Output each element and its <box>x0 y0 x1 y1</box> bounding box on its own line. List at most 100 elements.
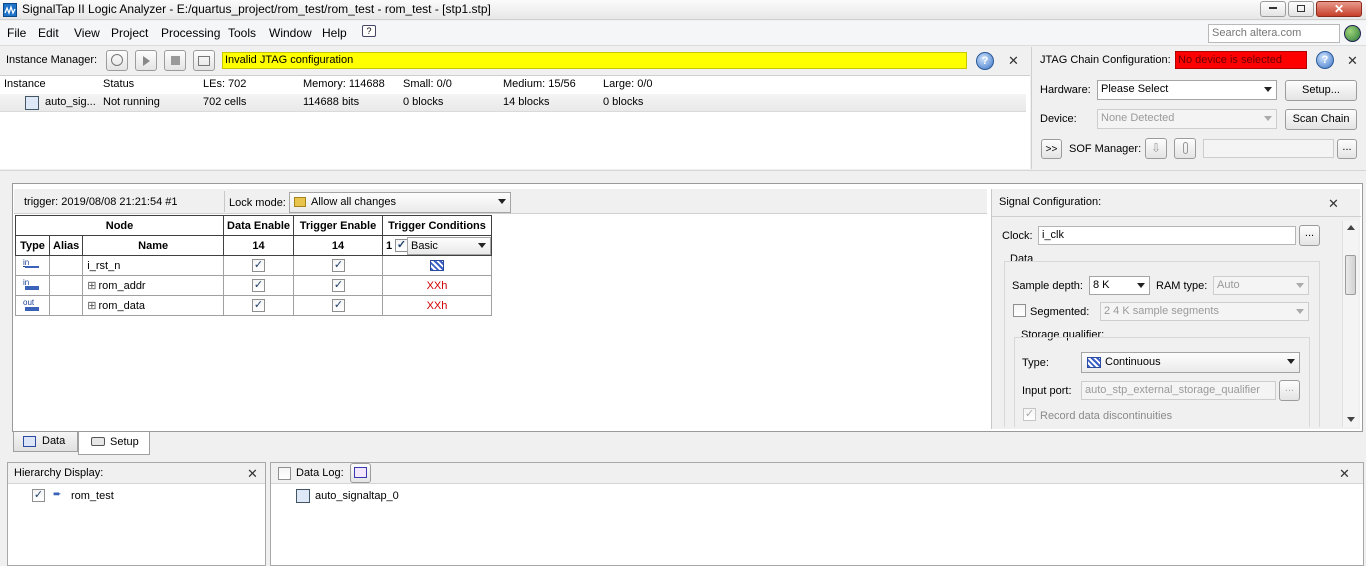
expand-sof-button[interactable]: >> <box>1041 139 1062 159</box>
sof-manager-label: SOF Manager: <box>1069 143 1142 155</box>
search-input[interactable] <box>1209 25 1337 41</box>
minimize-button[interactable] <box>1260 1 1286 17</box>
close-icon[interactable]: ✕ <box>247 467 258 480</box>
trigger-enable-cell: ✓ <box>293 275 383 296</box>
data-enable-cell: ✓ <box>223 295 294 316</box>
maximize-button[interactable] <box>1288 1 1314 17</box>
menu-project[interactable]: Project <box>111 26 148 40</box>
stop-button[interactable] <box>164 50 186 71</box>
name-cell[interactable]: ⊞ rom_data <box>82 295 225 316</box>
attach-sof-button[interactable] <box>1174 138 1196 159</box>
name-header: Name <box>82 235 225 256</box>
lock-mode-select[interactable]: Allow all changes <box>289 192 511 213</box>
autorun-button[interactable] <box>106 50 128 71</box>
name-cell[interactable]: ⊞ rom_addr <box>82 275 225 296</box>
help-icon[interactable]: ? <box>1316 51 1334 69</box>
datalog-header: Data Log: ✕ <box>271 463 1363 484</box>
help-bubble-icon[interactable]: ? <box>362 25 376 37</box>
input-pin-icon: in <box>23 258 43 273</box>
datalog-checkbox[interactable] <box>278 467 291 480</box>
output-bus-icon: out <box>23 298 43 313</box>
clock-browse-button[interactable]: ... <box>1299 225 1320 246</box>
scan-chain-button[interactable]: Scan Chain <box>1285 109 1357 130</box>
table-row[interactable]: in i_rst_n ✓ ✓ <box>15 255 492 276</box>
datalog-item[interactable]: auto_signaltap_0 <box>315 490 399 502</box>
tab-data[interactable]: Data <box>13 432 78 452</box>
clock-field[interactable]: i_clk <box>1038 226 1296 245</box>
clock-value: i_clk <box>1042 229 1065 241</box>
record-discontinuities-checkbox[interactable]: ✓ <box>1023 408 1036 421</box>
data-enable-checkbox[interactable]: ✓ <box>252 279 266 292</box>
alias-cell[interactable] <box>48 295 84 316</box>
sample-depth-label: Sample depth: <box>1012 280 1083 292</box>
segmented-select[interactable]: 2 4 K sample segments <box>1100 302 1309 321</box>
instance-les: 702 cells <box>203 96 247 108</box>
menu-view[interactable]: View <box>74 26 100 40</box>
globe-icon[interactable] <box>1344 25 1361 42</box>
tab-setup[interactable]: Setup <box>78 432 150 455</box>
node-expand-toggle[interactable]: ⊞ <box>87 300 96 312</box>
scroll-thumb[interactable] <box>1345 255 1356 295</box>
setup-button[interactable]: Setup... <box>1285 80 1357 101</box>
trigger-enable-checkbox[interactable]: ✓ <box>332 259 345 272</box>
col-large: Large: 0/0 <box>603 78 653 90</box>
device-label: Device: <box>1040 113 1077 125</box>
close-icon[interactable]: ✕ <box>1347 54 1358 67</box>
alias-cell[interactable] <box>48 275 84 296</box>
device-select[interactable]: None Detected <box>1097 109 1277 129</box>
name-cell[interactable]: i_rst_n <box>82 255 225 276</box>
menu-tools[interactable]: Tools <box>228 26 256 40</box>
signal-config-scrollbar[interactable] <box>1342 221 1358 427</box>
sample-depth-select[interactable]: 8 K <box>1089 276 1150 295</box>
hierarchy-item[interactable]: rom_test <box>71 490 114 502</box>
data-enable-checkbox[interactable]: ✓ <box>252 299 266 312</box>
node-expand-toggle[interactable]: ⊞ <box>87 280 96 292</box>
segmented-checkbox[interactable] <box>1013 304 1026 317</box>
scroll-down-icon[interactable] <box>1347 417 1355 422</box>
menu-file[interactable]: File <box>7 26 26 40</box>
hierarchy-checkbox[interactable]: ✓ <box>32 489 45 502</box>
trigger-condition-cell[interactable]: XXh <box>382 275 492 296</box>
type-header: Type <box>15 235 50 256</box>
trigger-enable-checkbox[interactable]: ✓ <box>332 279 345 292</box>
trigger-condition-cell[interactable]: XXh <box>382 295 492 316</box>
table-row[interactable]: in ⊞ rom_addr ✓ ✓ XXh <box>15 275 492 296</box>
divider <box>224 191 225 212</box>
run-analysis-button[interactable] <box>135 50 157 71</box>
table-row[interactable]: out ⊞ rom_data ✓ ✓ XXh <box>15 295 492 316</box>
alias-cell[interactable] <box>48 255 84 276</box>
help-icon[interactable]: ? <box>976 52 994 70</box>
menu-help[interactable]: Help <box>322 26 347 40</box>
storage-type-select[interactable]: Continuous <box>1081 352 1300 373</box>
col-status: Status <box>103 78 135 90</box>
read-data-button[interactable] <box>193 50 215 71</box>
datalog-button[interactable] <box>350 463 371 483</box>
table-row[interactable]: auto_sig... Not running 702 cells 114688… <box>0 94 1026 112</box>
sof-browse-button[interactable]: ... <box>1337 139 1357 159</box>
ram-type-select[interactable]: Auto <box>1213 276 1309 295</box>
menu-bar: File Edit View Project Processing Tools … <box>0 21 1366 46</box>
scroll-up-icon[interactable] <box>1347 225 1355 230</box>
trigger-condition-cell[interactable] <box>382 255 492 276</box>
menu-window[interactable]: Window <box>269 26 312 40</box>
hardware-select[interactable]: Please Select <box>1097 80 1277 100</box>
search-box[interactable] <box>1208 24 1340 43</box>
input-port-browse-button[interactable]: ... <box>1279 380 1300 401</box>
splitter[interactable] <box>0 170 1366 182</box>
lock-icon <box>294 197 306 207</box>
trigger-type-select[interactable]: Basic <box>407 237 491 255</box>
app-icon <box>3 3 17 17</box>
sof-file-field[interactable] <box>1203 139 1334 158</box>
close-icon[interactable]: ✕ <box>1008 54 1019 67</box>
close-icon[interactable]: ✕ <box>1339 467 1350 480</box>
input-port-field[interactable]: auto_stp_external_storage_qualifier <box>1081 381 1276 400</box>
data-enable-checkbox[interactable]: ✓ <box>252 259 266 272</box>
menu-processing[interactable]: Processing <box>161 26 220 40</box>
close-icon[interactable]: ✕ <box>1328 197 1339 210</box>
program-device-button[interactable]: ⇩ <box>1145 138 1167 159</box>
setup-tab-icon <box>91 437 105 446</box>
trigger-enable-checkbox[interactable]: ✓ <box>332 299 345 312</box>
close-button[interactable]: ✕ <box>1316 1 1362 17</box>
col-medium: Medium: 15/56 <box>503 78 576 90</box>
menu-edit[interactable]: Edit <box>38 26 59 40</box>
